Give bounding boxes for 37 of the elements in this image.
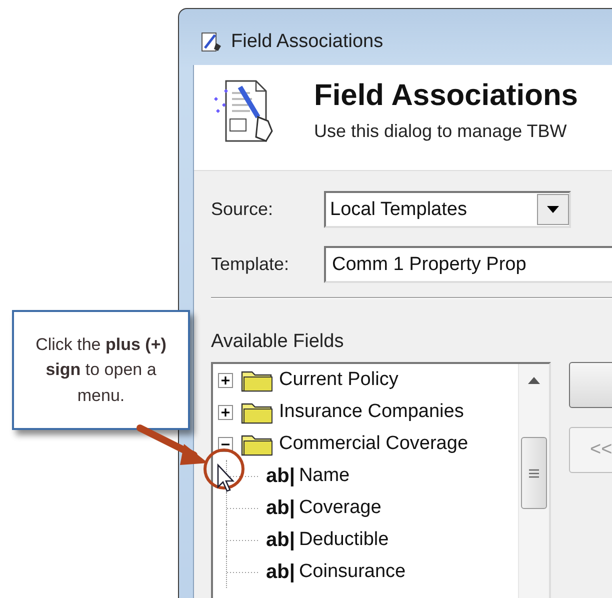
scrollbar[interactable] xyxy=(518,364,549,598)
tree-item[interactable]: Current Policy xyxy=(218,364,518,396)
dialog-description: Use this dialog to manage TBW xyxy=(314,121,568,142)
field-icon: ab| xyxy=(266,496,295,520)
highlight-circle xyxy=(204,448,244,490)
plus-box-icon[interactable] xyxy=(218,404,233,420)
dialog-heading: Field Associations xyxy=(314,79,578,113)
tree-item[interactable]: ab| Deductible xyxy=(218,524,518,556)
field-icon: ab| xyxy=(266,464,295,488)
tree-item[interactable]: ab| Coinsurance xyxy=(218,556,518,588)
scroll-up-icon[interactable] xyxy=(528,377,540,384)
callout-text: Click the plus (+) sign to open a menu. xyxy=(34,334,168,407)
tree-item[interactable]: Insurance Companies xyxy=(218,396,518,428)
source-label: Source: xyxy=(211,199,274,220)
tree-item[interactable]: ab| Coverage xyxy=(218,492,518,524)
tree-item-label: Coverage xyxy=(298,497,382,519)
tree-item-label: Deductible xyxy=(298,529,390,551)
available-fields-label: Available Fields xyxy=(211,331,344,353)
tree-item[interactable]: Commercial Coverage xyxy=(218,428,518,460)
template-label: Template: xyxy=(211,254,290,275)
tree-item-label: Coinsurance xyxy=(298,561,407,583)
mouse-cursor-icon xyxy=(217,463,234,492)
fields-tree[interactable]: Current Policy Insurance Companies Commercial Coverage ab| Name ab| Coverage ab| Deductible ab| Coinsurance xyxy=(211,362,551,598)
tree-item-label: Insurance Companies xyxy=(278,401,465,423)
grip-icon xyxy=(529,468,539,478)
document-pen-icon xyxy=(199,31,223,53)
pointer-arrow xyxy=(136,424,208,465)
tree-item-label: Name xyxy=(298,465,351,487)
plus-box-icon[interactable] xyxy=(218,372,233,388)
field-icon: ab| xyxy=(266,560,295,584)
tree-item-label: Current Policy xyxy=(278,369,400,391)
field-icon: ab| xyxy=(266,528,295,552)
tree-item-label: Commercial Coverage xyxy=(278,433,470,455)
scroll-thumb[interactable] xyxy=(521,437,547,509)
source-dropdown[interactable]: Local Templates xyxy=(324,191,571,228)
window-title: Field Associations xyxy=(231,31,384,53)
template-field[interactable]: Comm 1 Property Prop xyxy=(324,246,612,283)
